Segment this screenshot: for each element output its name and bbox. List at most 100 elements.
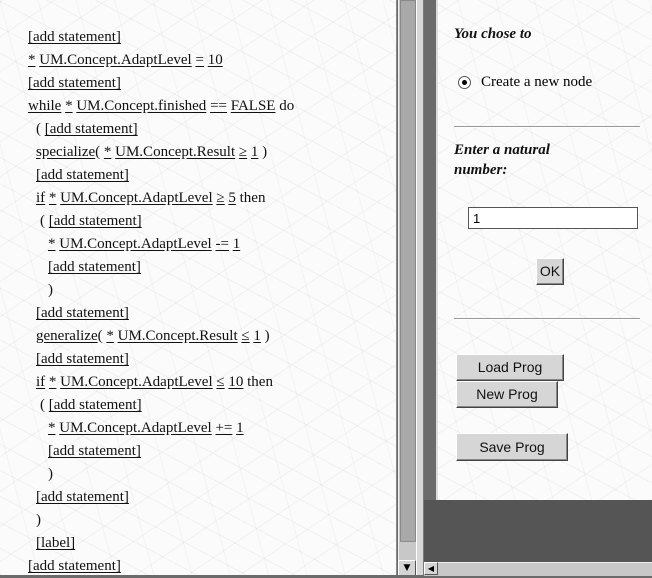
code-link[interactable]: UM.Concept.Result <box>115 144 235 160</box>
code-link[interactable]: [add statement] <box>36 351 129 367</box>
code-link[interactable]: * <box>48 236 56 252</box>
code-text: ( <box>36 121 45 137</box>
code-link[interactable]: [add statement] <box>36 305 129 321</box>
code-text: then <box>235 190 266 206</box>
code-link[interactable]: -= <box>215 236 228 252</box>
code-link[interactable]: * <box>65 98 73 114</box>
code-line: [add statement] <box>28 302 294 325</box>
enter-number-heading: Enter a natural number: <box>454 142 550 178</box>
code-text: ) <box>258 144 268 160</box>
program-editor-pane: [add statement] * UM.Concept.AdaptLevel =… <box>0 0 397 575</box>
code-link[interactable]: UM.Concept.AdaptLevel <box>60 190 212 206</box>
code-link[interactable]: 1 <box>253 328 261 344</box>
ok-button[interactable]: OK <box>536 258 564 285</box>
code-text: ) <box>36 512 41 528</box>
code-link[interactable]: 1 <box>236 420 244 436</box>
divider-line <box>454 318 640 320</box>
code-line: ( [add statement] <box>28 118 294 141</box>
code-line: * UM.Concept.AdaptLevel -= 1 <box>28 233 294 256</box>
code-line: ) <box>28 509 294 532</box>
code-link[interactable]: specialize <box>36 144 95 160</box>
you-chose-heading: You chose to <box>454 26 532 42</box>
code-link[interactable]: UM.Concept.Result <box>118 328 238 344</box>
number-input[interactable]: 1 <box>468 207 638 229</box>
code-link[interactable]: ≤ <box>241 328 249 344</box>
code-link[interactable]: 1 <box>233 236 241 252</box>
program-code: [add statement] * UM.Concept.AdaptLevel =… <box>28 26 294 578</box>
code-line: specialize( * UM.Concept.Result ≥ 1 ) <box>28 141 294 164</box>
code-line: ( [add statement] <box>28 210 294 233</box>
code-line: if * UM.Concept.AdaptLevel ≥ 5 then <box>28 187 294 210</box>
code-link[interactable]: * <box>48 420 56 436</box>
code-link[interactable]: if <box>36 374 45 390</box>
code-link[interactable]: [add statement] <box>36 167 129 183</box>
arrow-left-icon[interactable]: ◀ <box>424 562 438 575</box>
code-link[interactable]: = <box>195 52 203 68</box>
code-link[interactable]: [add statement] <box>36 489 129 505</box>
code-link[interactable]: [add statement] <box>48 259 141 275</box>
create-node-option[interactable]: Create a new node <box>458 74 592 91</box>
code-link[interactable]: UM.Concept.AdaptLevel <box>59 236 211 252</box>
code-link[interactable]: * <box>28 52 36 68</box>
frame-divider[interactable] <box>416 0 424 575</box>
code-link[interactable]: if <box>36 190 45 206</box>
radio-label: Create a new node <box>481 74 593 90</box>
code-line: ) <box>28 463 294 486</box>
code-link[interactable]: [add statement] <box>49 213 142 229</box>
code-line: [add statement] <box>28 72 294 95</box>
code-link[interactable]: [label] <box>36 535 75 551</box>
code-line: while * UM.Concept.finished == FALSE do <box>28 95 294 118</box>
code-text: ) <box>48 282 53 298</box>
code-line: * UM.Concept.AdaptLevel = 10 <box>28 49 294 72</box>
code-line: [add statement] <box>28 164 294 187</box>
code-link[interactable]: [add statement] <box>49 397 142 413</box>
code-line: ( [add statement] <box>28 394 294 417</box>
code-text: ( <box>95 144 104 160</box>
code-link[interactable]: while <box>28 98 61 114</box>
code-link[interactable]: ≥ <box>239 144 247 160</box>
code-line: [label] <box>28 532 294 555</box>
code-link[interactable]: UM.Concept.AdaptLevel <box>59 420 211 436</box>
code-link[interactable]: FALSE <box>231 98 276 114</box>
code-link[interactable]: [add statement] <box>48 443 141 459</box>
code-text: then <box>243 374 273 390</box>
code-link[interactable]: UM.Concept.AdaptLevel <box>60 374 212 390</box>
code-link[interactable]: ≥ <box>216 190 224 206</box>
code-line: * UM.Concept.AdaptLevel += 1 <box>28 417 294 440</box>
code-link[interactable]: generalize <box>36 328 98 344</box>
code-text: ) <box>48 466 53 482</box>
code-link[interactable]: == <box>210 98 227 114</box>
radio-selected-icon[interactable] <box>458 76 471 89</box>
code-line: [add statement] <box>28 256 294 279</box>
code-link[interactable]: [add statement] <box>28 558 121 574</box>
code-line: [add statement] <box>28 440 294 463</box>
code-text: do <box>275 98 295 114</box>
load-prog-button[interactable]: Load Prog <box>456 354 564 381</box>
code-link[interactable]: += <box>215 420 232 436</box>
panel-horizontal-scrollbar[interactable] <box>424 562 652 576</box>
code-link[interactable]: UM.Concept.AdaptLevel <box>39 52 191 68</box>
code-link[interactable]: [add statement] <box>28 75 121 91</box>
save-prog-button[interactable]: Save Prog <box>456 433 568 461</box>
code-text: ) <box>260 328 270 344</box>
code-link[interactable]: 10 <box>228 374 243 390</box>
code-link[interactable]: * <box>106 328 114 344</box>
code-link[interactable]: ≤ <box>216 374 224 390</box>
code-link[interactable]: [add statement] <box>45 121 138 137</box>
code-text: ( <box>40 213 49 229</box>
code-line: [add statement] <box>28 348 294 371</box>
code-line: ) <box>28 279 294 302</box>
editor-scroll-thumb[interactable] <box>400 0 416 542</box>
code-link[interactable]: [add statement] <box>28 29 121 45</box>
arrow-down-icon[interactable]: ▼ <box>398 560 416 575</box>
code-line: generalize( * UM.Concept.Result ≤ 1 ) <box>28 325 294 348</box>
code-link[interactable]: 10 <box>208 52 223 68</box>
code-text: ( <box>40 397 49 413</box>
control-panel: You chose to Create a new node Enter a n… <box>436 0 652 500</box>
code-link[interactable]: UM.Concept.finished <box>76 98 206 114</box>
code-link[interactable]: 5 <box>228 190 236 206</box>
divider-line <box>454 126 640 128</box>
code-line: [add statement] <box>28 486 294 509</box>
new-prog-button[interactable]: New Prog <box>456 381 558 408</box>
code-line: [add statement] <box>28 26 294 49</box>
